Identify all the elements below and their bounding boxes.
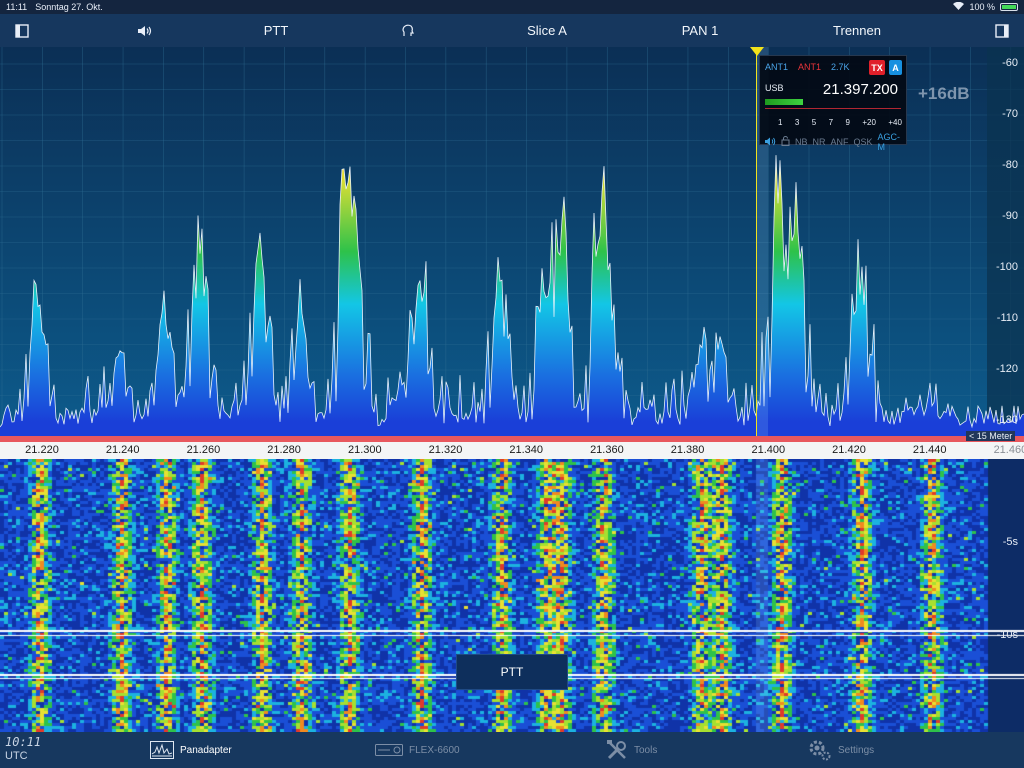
tab-tools[interactable]: Tools (606, 732, 657, 768)
band-label[interactable]: < 15 Meter (966, 431, 1016, 441)
rx-antenna-button[interactable]: ANT1 (765, 62, 788, 72)
s-meter-tick: 5 (811, 118, 817, 127)
radio-icon (375, 744, 403, 756)
db-scale-strip (987, 47, 1024, 436)
frequency-label: 21.420 (832, 444, 866, 456)
frequency-label: 21.460 (993, 444, 1024, 456)
clock-time: 10:11 (5, 735, 42, 749)
status-date: Sonntag 27. Okt. (35, 2, 103, 12)
voice-button[interactable] (396, 14, 422, 47)
nb-toggle[interactable]: NB (795, 137, 808, 147)
s-meter-bar (765, 99, 803, 105)
waterfall-display[interactable] (0, 459, 1024, 732)
sidebar-right-button[interactable] (990, 14, 1014, 47)
utc-clock: 10:11 UTC (5, 736, 41, 762)
sidebar-left-icon (15, 23, 29, 38)
ptt-toolbar-button[interactable]: PTT (250, 14, 302, 47)
tab-label: FLEX-6600 (409, 744, 460, 756)
frequency-label: 21.380 (670, 444, 705, 456)
s-meter-tick: 9 (845, 118, 850, 127)
tab-label: Settings (838, 744, 875, 756)
frequency-label: 21.260 (186, 444, 221, 456)
frequency-label: 21.220 (25, 444, 59, 456)
tools-icon (607, 740, 626, 760)
frequency-label: 21.360 (590, 444, 624, 456)
status-time: 11:11 (6, 2, 28, 12)
waterfall-time-label: -10s (996, 629, 1018, 641)
db-scale-label: -110 (996, 312, 1018, 324)
frequency-label: 21.440 (912, 444, 947, 456)
ios-status-bar: 11:11 Sonntag 27. Okt. 100 % (0, 0, 1024, 14)
gear-icon (809, 740, 831, 761)
tab-radio[interactable]: FLEX-6600 (375, 732, 460, 768)
db-scale-label: -130 (995, 414, 1018, 426)
tx-antenna-button[interactable]: ANT1 (798, 62, 821, 72)
agc-toggle[interactable]: AGC-M (878, 132, 906, 152)
tab-panadapter[interactable]: Panadapter (150, 732, 232, 768)
slice-flag[interactable]: ANT1 ANT1 2.7K TX A USB 21.397.200 1 3 5… (759, 55, 907, 152)
tab-label: Panadapter (180, 744, 232, 756)
wifi-icon (953, 1, 965, 12)
volume-button[interactable] (130, 14, 160, 47)
sidebar-left-button[interactable] (10, 14, 34, 47)
s-meter-tick: 7 (828, 118, 834, 127)
ptt-button[interactable]: PTT (456, 654, 568, 690)
nr-toggle[interactable]: NR (813, 137, 826, 147)
db-scale-label: -100 (995, 261, 1018, 273)
disconnect-button[interactable]: Trennen (822, 14, 892, 47)
tab-settings[interactable]: Settings (808, 732, 874, 768)
slice-audio-icon[interactable] (765, 137, 776, 148)
battery-icon (1000, 3, 1018, 11)
mode-button[interactable]: USB (765, 83, 784, 93)
gain-label: +16dB (918, 84, 970, 103)
db-scale-label: -90 (1002, 210, 1018, 222)
qsk-toggle[interactable]: QSK (854, 137, 873, 147)
frequency-display[interactable]: 21.397.200 (823, 81, 898, 98)
frequency-label: 21.300 (347, 444, 382, 456)
pan-button[interactable]: PAN 1 (670, 14, 730, 47)
s-meter-tick: 1 (778, 118, 783, 127)
db-scale-label: -70 (1002, 108, 1018, 120)
frequency-scale[interactable]: 21.220 21.240 21.260 21.280 21.300 21.320 21.3… (0, 442, 1024, 459)
waterfall-time-label: -5s (1002, 536, 1018, 548)
panadapter-display[interactable]: -60 -70 -80 -90 -100 -110 -120 -130 +16dB ANT1 … (0, 47, 1024, 436)
s-meter-tick: +40 (888, 118, 902, 127)
frequency-label: 21.280 (267, 444, 301, 456)
frequency-label: 21.340 (509, 444, 544, 456)
top-toolbar: PTT Slice A PAN 1 Trennen (0, 14, 1024, 47)
frequency-label: 21.240 (105, 444, 140, 456)
s-meter-scale-line (765, 108, 901, 109)
speaker-icon (138, 25, 152, 36)
db-scale-label: -120 (995, 363, 1018, 375)
sidebar-right-icon (995, 23, 1009, 38)
frequency-label: 21.320 (428, 444, 463, 456)
bandwidth-button[interactable]: 2.7K (831, 62, 850, 72)
db-scale-label: -80 (1002, 159, 1018, 171)
s-meter-tick: +20 (862, 118, 876, 127)
slice-button[interactable]: Slice A (510, 14, 584, 47)
slice-letter-badge[interactable]: A (889, 60, 902, 75)
clock-zone: UTC (5, 750, 28, 762)
s-meter-tick: 3 (794, 118, 800, 127)
s-meter-scale: 1 3 5 7 9 +20 +40 (778, 118, 902, 127)
tab-label: Tools (634, 744, 658, 756)
battery-percent: 100 % (969, 2, 995, 12)
panadapter-icon (150, 741, 174, 759)
tx-badge[interactable]: TX (869, 60, 885, 75)
frequency-label: 21.400 (751, 444, 786, 456)
bottom-tab-bar: 10:11 UTC Panadapter FLEX-6600 Tools Set… (0, 732, 1024, 768)
lock-icon[interactable] (781, 136, 790, 148)
db-scale-label: -60 (1002, 57, 1018, 69)
anf-toggle[interactable]: ANF (831, 137, 849, 147)
app-root: 11:11 Sonntag 27. Okt. 100 % PTT Slice A… (0, 0, 1024, 768)
head-speaking-icon (402, 24, 414, 36)
